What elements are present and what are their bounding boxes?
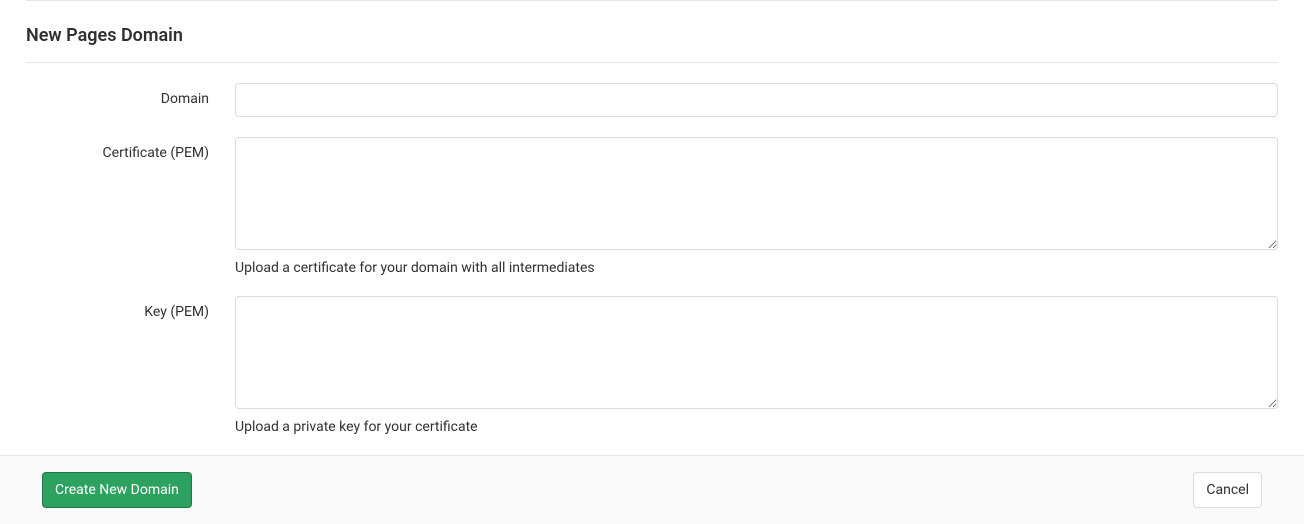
- domain-row: Domain: [26, 83, 1278, 117]
- top-divider: [26, 0, 1278, 1]
- cancel-button[interactable]: Cancel: [1193, 472, 1262, 508]
- domain-input[interactable]: [235, 83, 1278, 117]
- certificate-help-text: Upload a certificate for your domain wit…: [235, 260, 1278, 276]
- certificate-input[interactable]: [235, 137, 1278, 250]
- create-domain-button[interactable]: Create New Domain: [42, 472, 192, 508]
- key-label: Key (PEM): [26, 296, 235, 320]
- key-row: Key (PEM) Upload a private key for your …: [26, 296, 1278, 435]
- page-title: New Pages Domain: [26, 17, 1278, 62]
- certificate-row: Certificate (PEM) Upload a certificate f…: [26, 137, 1278, 276]
- key-help-text: Upload a private key for your certificat…: [235, 419, 1278, 435]
- key-input[interactable]: [235, 296, 1278, 409]
- domain-label: Domain: [26, 83, 235, 107]
- form-footer: Create New Domain Cancel: [0, 455, 1304, 524]
- certificate-label: Certificate (PEM): [26, 137, 235, 161]
- title-divider: [26, 62, 1278, 63]
